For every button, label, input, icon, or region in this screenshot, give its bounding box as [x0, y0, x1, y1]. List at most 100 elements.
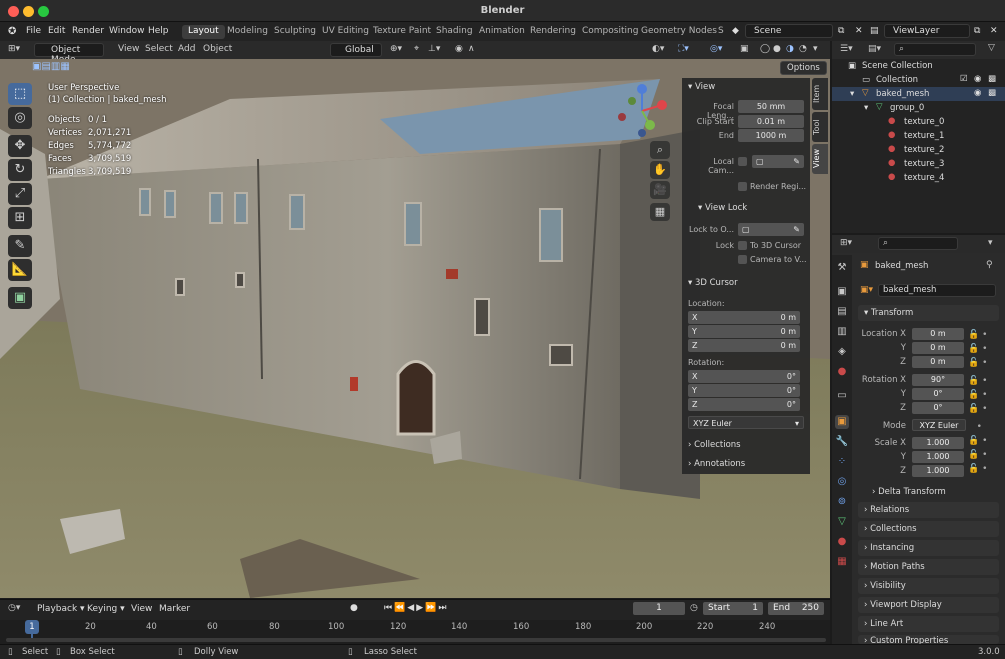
camera-render-icon[interactable]: ▩ [988, 88, 996, 98]
local-camera-picker[interactable]: ▢ ✎ [752, 155, 804, 168]
collections-section-header[interactable]: › Collections [688, 440, 741, 450]
outliner-row-group[interactable]: ▾ ▽ group_0 [832, 101, 1005, 115]
record-icon[interactable]: ● [350, 603, 358, 613]
outliner-search-input[interactable]: ⌕ [894, 43, 976, 56]
scene-tab-icon[interactable]: ◈ [835, 345, 849, 359]
outliner-row-texture[interactable]: ● texture_1 [832, 129, 1005, 143]
overlay-icon[interactable]: ◎▾ [710, 44, 722, 54]
menu-view[interactable]: View [118, 44, 139, 54]
end-frame-field[interactable]: End 250 [768, 602, 824, 615]
chevron-down-icon[interactable]: ▾ [988, 238, 993, 248]
instancing-section-header[interactable]: › Instancing [858, 540, 999, 556]
tab-sculpting[interactable]: Sculpting [268, 25, 322, 39]
select-mode-icons[interactable]: ▣▤▥▦ [32, 61, 70, 72]
relations-section-header[interactable]: › Relations [858, 502, 999, 518]
shading-dropdown-icon[interactable]: ▾ [813, 44, 818, 54]
menu-edit[interactable]: Edit [48, 26, 65, 36]
display-mode-icon[interactable]: ▤▾ [868, 44, 881, 54]
start-frame-field[interactable]: Start 1 [703, 602, 763, 615]
measure-tool[interactable]: 📐 [8, 259, 32, 281]
camera-view-icon[interactable]: 🎥 [650, 181, 670, 199]
lock-icon[interactable]: 🔓 • [968, 448, 998, 462]
menu-add[interactable]: Add [178, 44, 195, 54]
outliner-row-baked-mesh[interactable]: ▾ ▽ baked_mesh ◉ ▩ [832, 87, 1005, 101]
scale-y-field[interactable]: 1.000 [912, 451, 964, 463]
scene-selector[interactable]: Scene [745, 24, 833, 38]
lock-icon[interactable]: 🔓 • [968, 434, 998, 448]
rotation-mode-select[interactable]: XYZ Euler [912, 419, 966, 431]
playhead[interactable]: 1 [25, 620, 39, 634]
collection-tab-icon[interactable]: ▭ [835, 389, 849, 403]
lock-icon[interactable]: 🔓 • [968, 402, 998, 416]
tab-item[interactable]: Item [812, 78, 828, 110]
object-tab-icon[interactable]: ▣ [835, 415, 849, 429]
timeline-scrollbar[interactable] [6, 638, 826, 642]
view-layer-selector[interactable]: ViewLayer [884, 24, 970, 38]
custom-properties-section-header[interactable]: › Custom Properties [858, 635, 999, 644]
tab-rendering[interactable]: Rendering [524, 25, 582, 39]
constraints-tab-icon[interactable]: ⊚ [835, 495, 849, 509]
object-data-selector-icon[interactable]: ▣▾ [860, 285, 873, 295]
cursor-location-z-field[interactable]: Z 0 m [688, 339, 800, 352]
proportional-edit-icon[interactable]: ◉ [455, 44, 463, 54]
menu-file[interactable]: File [26, 26, 41, 36]
delete-view-layer-icon[interactable]: ✕ [990, 26, 998, 36]
physics-tab-icon[interactable]: ◎ [835, 475, 849, 489]
3d-cursor-header[interactable]: ▾ 3D Cursor [688, 278, 738, 288]
outliner-row-collection[interactable]: ▭ Collection ☑ ◉ ▩ [832, 73, 1005, 87]
tab-tool[interactable]: Tool [812, 112, 828, 142]
rotation-y-field[interactable]: 0° [912, 388, 964, 400]
location-z-field[interactable]: 0 m [912, 356, 964, 368]
tab-view[interactable]: View [812, 144, 828, 174]
menu-timeline-view[interactable]: View [131, 604, 152, 614]
menu-keying[interactable]: Keying ▾ [87, 604, 125, 614]
snap-icon[interactable]: ⌖ [414, 44, 419, 54]
transform-section-header[interactable]: ▾ Transform [858, 305, 999, 321]
lock-icon[interactable]: 🔓 • [968, 388, 998, 402]
transform-tool[interactable]: ⊞ [8, 207, 32, 229]
add-cube-tool[interactable]: ▣ [8, 287, 32, 309]
menu-object[interactable]: Object [203, 44, 232, 54]
scale-tool[interactable]: ⤢ [8, 183, 32, 205]
tab-animation[interactable]: Animation [473, 25, 531, 39]
cursor-tool[interactable]: ◎ [8, 107, 32, 129]
outliner-row-texture[interactable]: ● texture_0 [832, 115, 1005, 129]
outliner-row-scene-collection[interactable]: ▣ Scene Collection [832, 59, 1005, 73]
lock-to-object-field[interactable]: ▢ ✎ [738, 223, 804, 236]
scale-x-field[interactable]: 1.000 [912, 437, 964, 449]
lock-icon[interactable]: 🔓 • [968, 342, 998, 356]
outliner-row-texture[interactable]: ● texture_2 [832, 143, 1005, 157]
outliner-row-texture[interactable]: ● texture_4 [832, 171, 1005, 185]
current-frame-field[interactable]: 1 [633, 602, 685, 615]
expand-arrow-icon[interactable]: ▾ [864, 103, 868, 113]
local-camera-checkbox[interactable] [738, 157, 747, 166]
menu-playback[interactable]: Playback ▾ [37, 604, 85, 614]
keyframe-dot-icon[interactable]: • [968, 420, 998, 434]
tab-more[interactable]: S [712, 25, 730, 39]
cursor-location-y-field[interactable]: Y 0 m [688, 325, 800, 338]
xray-icon[interactable]: ▣ [740, 44, 749, 54]
view-lock-header[interactable]: ▾ View Lock [698, 203, 747, 213]
eye-icon[interactable]: ◉ [974, 88, 981, 98]
collections-properties-header[interactable]: › Collections [858, 521, 999, 537]
eye-icon[interactable]: ◉ [974, 74, 981, 84]
transform-orientation-selector[interactable]: Global [330, 43, 382, 57]
lock-icon[interactable]: 🔓 • [968, 462, 998, 476]
new-view-layer-icon[interactable]: ⧉ [974, 26, 980, 36]
texture-tab-icon[interactable]: ▦ [835, 555, 849, 569]
motion-paths-section-header[interactable]: › Motion Paths [858, 559, 999, 575]
wireframe-shading-icon[interactable]: ◯ [760, 44, 770, 54]
cursor-location-x-field[interactable]: X 0 m [688, 311, 800, 324]
select-tool[interactable]: ⬚ [8, 83, 32, 105]
camera-render-icon[interactable]: ▩ [988, 74, 996, 84]
line-art-section-header[interactable]: › Line Art [858, 616, 999, 632]
new-scene-icon[interactable]: ⧉ [838, 26, 844, 36]
location-x-field[interactable]: 0 m [912, 328, 964, 340]
tab-modeling[interactable]: Modeling [221, 25, 274, 39]
checkbox-icon[interactable]: ☑ [960, 74, 968, 84]
material-tab-icon[interactable]: ● [835, 535, 849, 549]
camera-to-view-checkbox[interactable] [738, 255, 747, 264]
editor-type-icon[interactable]: ⊞▾ [8, 44, 20, 54]
navigation-gizmo[interactable] [612, 81, 672, 141]
annotations-section-header[interactable]: › Annotations [688, 459, 745, 469]
